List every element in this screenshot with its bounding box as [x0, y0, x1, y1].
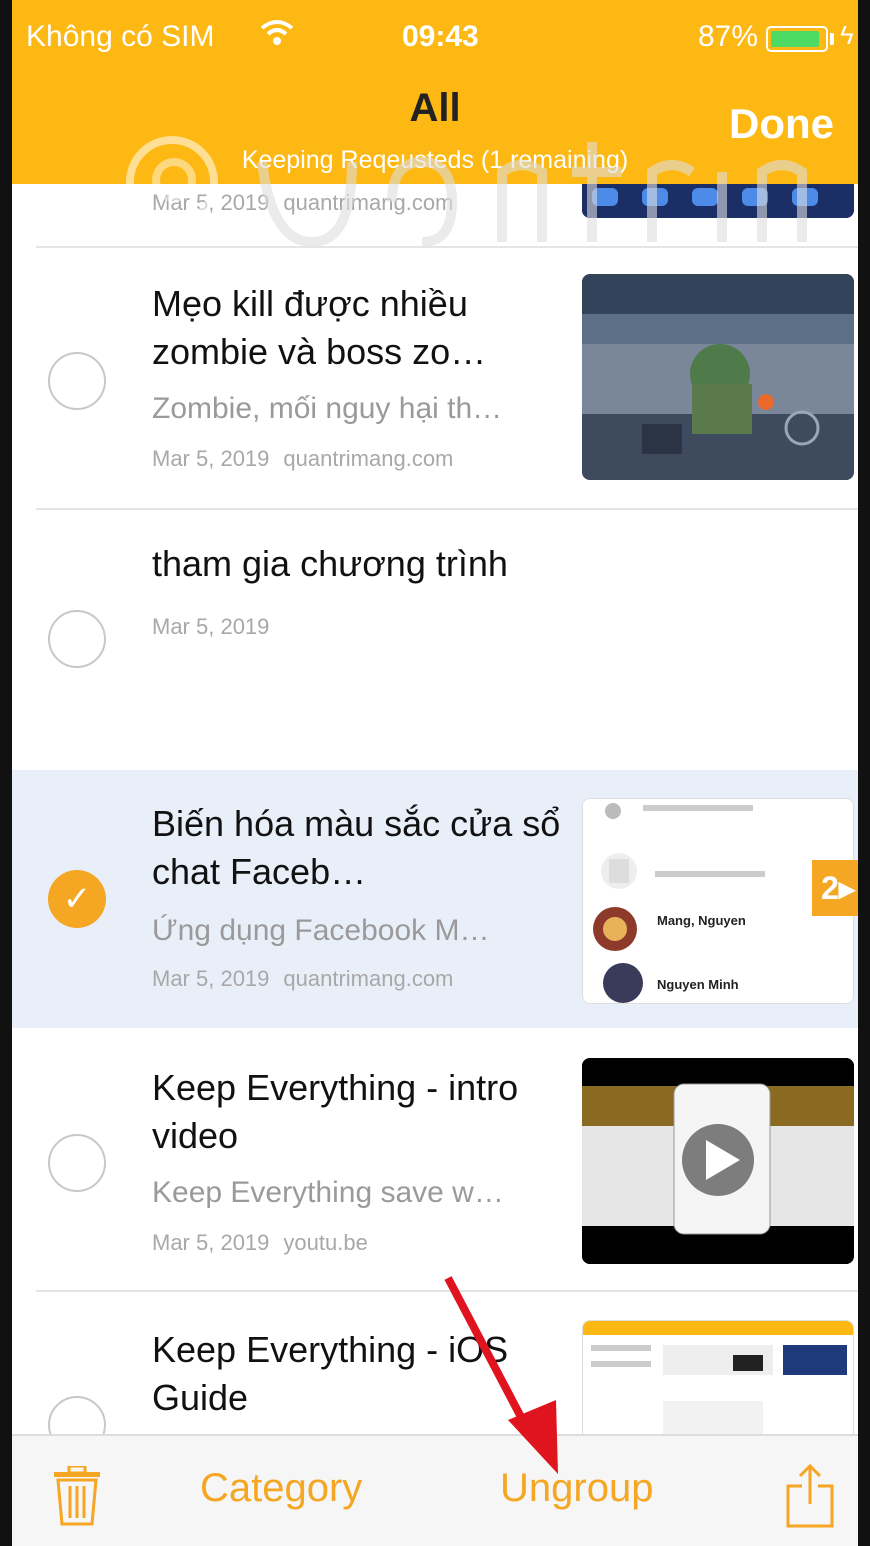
select-radio[interactable] — [48, 352, 106, 410]
item-source: quantrimang.com — [283, 966, 454, 991]
list-item[interactable]: Mar 5, 2019 quantrimang.com — [12, 184, 858, 246]
clock: 09:43 — [402, 20, 479, 53]
item-date: Mar 5, 2019 — [152, 614, 270, 639]
list-item[interactable]: tham gia chương trình Mar 5, 2019 — [12, 510, 858, 768]
trash-icon[interactable] — [52, 1464, 102, 1531]
item-list[interactable]: Mar 5, 2019 quantrimang.com Mẹo kill được… — [12, 184, 858, 1434]
battery-tip — [830, 33, 834, 45]
item-thumbnail — [582, 184, 854, 218]
item-title: Keep Everything - intro video — [152, 1067, 519, 1156]
checkmark-icon[interactable]: ✓ — [48, 870, 106, 928]
item-date: Mar 5, 2019 — [152, 190, 270, 215]
carrier-label: Không có SIM — [26, 20, 215, 53]
item-title: Keep Everything - iOS Guide — [152, 1329, 509, 1418]
battery-percent: 87% — [698, 20, 759, 53]
status-bar: Không có SIM 09:43 87% ϟ — [12, 0, 858, 72]
item-date: Mar 5, 2019 — [152, 1230, 270, 1255]
list-item[interactable]: Keep Everything - intro video Keep Every… — [12, 1030, 858, 1290]
item-source: youtu.be — [283, 1230, 368, 1255]
item-source: quantrimang.com — [283, 446, 454, 471]
category-button[interactable]: Category — [200, 1466, 362, 1511]
ungroup-button[interactable]: Ungroup — [500, 1466, 653, 1511]
wifi-icon — [260, 18, 294, 56]
thumb-name-1: Mang, Nguyen — [657, 913, 746, 928]
item-meta: Mar 5, 2019 youtu.be — [152, 1230, 368, 1256]
item-snippet: Ứng dụng Facebook M… — [152, 914, 490, 947]
item-source: quantrimang.com — [283, 190, 454, 215]
right-frame-border — [858, 0, 870, 1546]
item-thumbnail — [582, 1058, 854, 1264]
select-radio[interactable] — [48, 1396, 106, 1434]
phone-screen: Không có SIM 09:43 87% ϟ All Keeping Req… — [12, 0, 858, 1546]
item-snippet: Keep Everything save w… — [152, 1176, 504, 1209]
item-date: Mar 5, 2019 — [152, 966, 270, 991]
item-thumbnail — [582, 274, 854, 480]
item-meta: Mar 5, 2019 quantrimang.com — [152, 446, 453, 472]
list-item[interactable]: Mẹo kill được nhiều zombie và boss zo… Z… — [12, 248, 858, 508]
select-radio[interactable] — [48, 1134, 106, 1192]
bottom-toolbar: Category Ungroup — [12, 1434, 858, 1546]
group-count-badge[interactable]: 2▸ — [812, 860, 858, 916]
charging-icon: ϟ — [840, 20, 854, 50]
item-date: Mar 5, 2019 — [152, 446, 270, 471]
item-snippet: Zombie, mối nguy hại th… — [152, 392, 503, 425]
share-icon[interactable] — [784, 1462, 836, 1533]
select-radio[interactable] — [48, 610, 106, 668]
item-meta: Mar 5, 2019 quantrimang.com — [152, 190, 453, 216]
item-title: Biến hóa màu sắc cửa sổ chat Faceb… — [152, 803, 561, 892]
keeping-status: Keeping Reqeusteds (1 remaining) — [241, 146, 629, 174]
thumb-name-2: Nguyen Minh — [657, 977, 739, 992]
done-button[interactable]: Done — [729, 100, 834, 148]
navigation-bar: All Keeping Reqeusteds (1 remaining) Don… — [12, 72, 858, 184]
list-item-selected[interactable]: ✓ Biến hóa màu sắc cửa sổ chat Faceb… Ứn… — [12, 770, 858, 1028]
item-meta: Mar 5, 2019 — [152, 614, 269, 640]
item-thumbnail — [582, 1320, 854, 1434]
list-item[interactable]: Keep Everything - iOS Guide — [12, 1292, 858, 1434]
item-title: Mẹo kill được nhiều zombie và boss zo… — [152, 283, 487, 372]
left-frame-border — [0, 0, 12, 1546]
item-meta: Mar 5, 2019 quantrimang.com — [152, 966, 453, 992]
item-title: tham gia chương trình — [152, 543, 508, 584]
battery-icon — [766, 26, 828, 52]
